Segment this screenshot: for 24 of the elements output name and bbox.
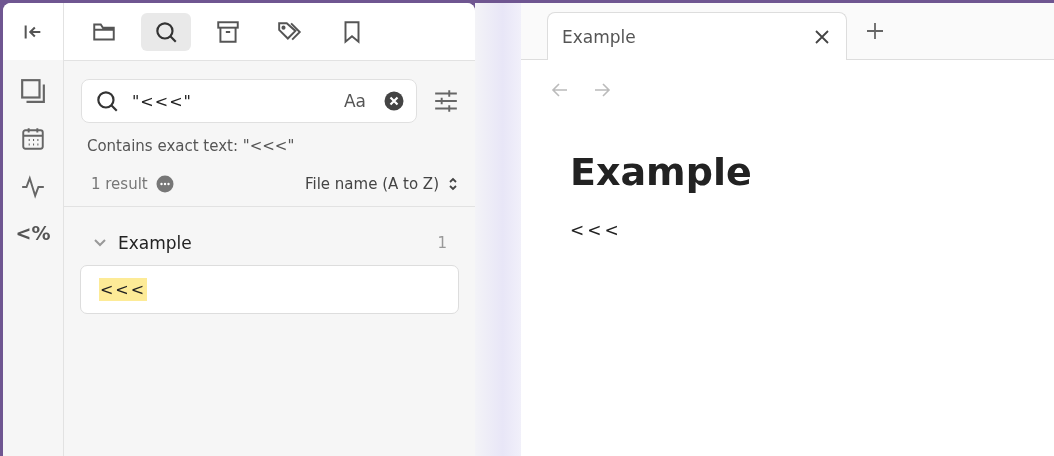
match-card[interactable]: <<< xyxy=(79,265,459,314)
result-count: 1 result xyxy=(90,175,148,193)
result-file[interactable]: Example xyxy=(117,233,192,253)
templater-button[interactable]: <% xyxy=(15,222,51,244)
sort-dropdown[interactable]: File name (A to Z) xyxy=(305,175,439,193)
sidebar-tab[interactable] xyxy=(140,12,191,51)
calendar-icon[interactable] xyxy=(19,126,46,152)
activity-icon[interactable] xyxy=(19,174,46,200)
match-text: <<< xyxy=(98,278,148,301)
search-field[interactable]: "<<<" Aa xyxy=(80,79,417,123)
close-icon[interactable] xyxy=(814,28,830,45)
archive-icon xyxy=(214,18,241,45)
search-summary: Contains exact text: "<<<" xyxy=(86,137,296,155)
match-count: 1 xyxy=(437,234,447,252)
note-body: <<< xyxy=(570,220,623,240)
settings-icon[interactable] xyxy=(433,88,459,114)
more-icon[interactable] xyxy=(155,175,174,193)
match-case-button[interactable]: Aa xyxy=(343,91,366,111)
pages-icon[interactable] xyxy=(19,78,46,104)
note-title: Example xyxy=(570,150,753,194)
clear-icon[interactable] xyxy=(384,91,404,111)
new-tab-icon[interactable] xyxy=(865,21,885,41)
sort-chevron-icon[interactable] xyxy=(447,176,459,192)
editor-tab[interactable]: Example xyxy=(547,12,847,60)
